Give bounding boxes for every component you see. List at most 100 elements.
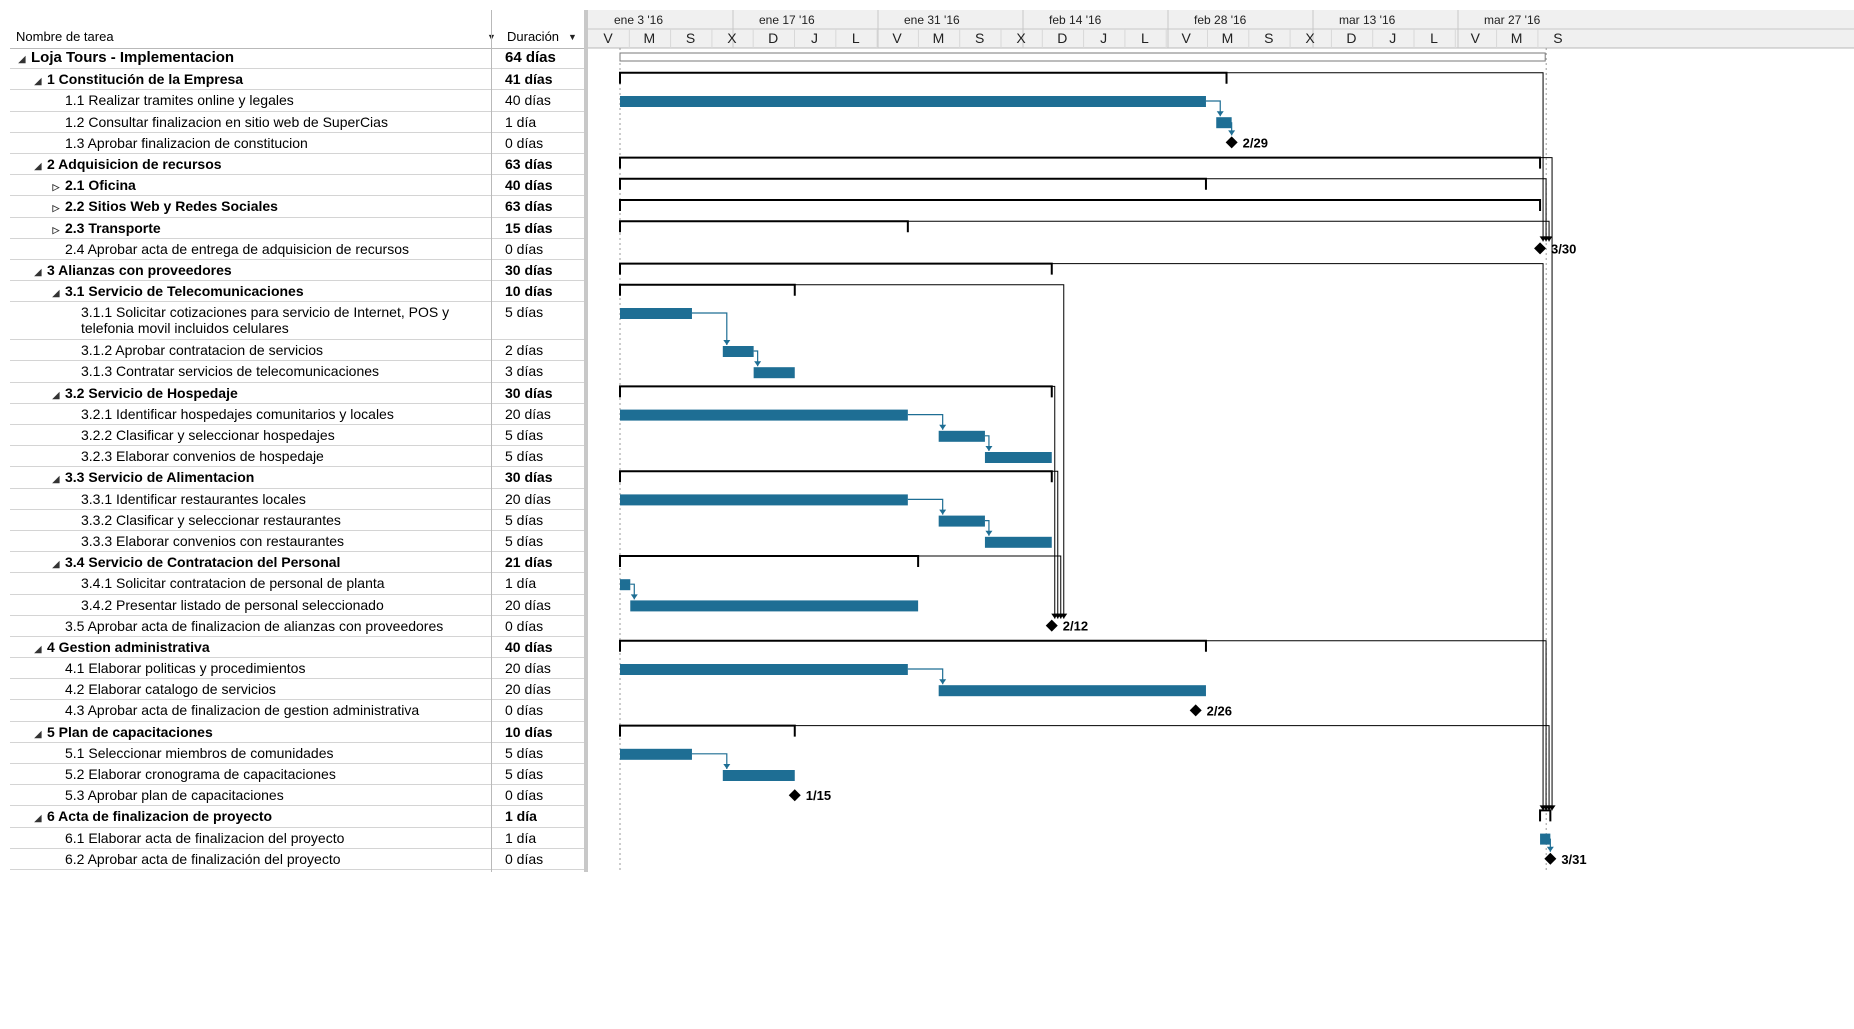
- duration-cell[interactable]: 2 días: [505, 340, 584, 358]
- duration-cell[interactable]: 5 días: [505, 764, 584, 782]
- table-row[interactable]: 3.3.1 Identificar restaurantes locales 20…: [10, 489, 584, 510]
- collapse-toggle-icon[interactable]: ◢: [50, 285, 62, 301]
- expand-toggle-icon[interactable]: ▷: [50, 222, 62, 238]
- table-row[interactable]: ◢ 1 Constitución de la Empresa 41 días: [10, 69, 584, 91]
- table-row[interactable]: ◢ 6 Acta de finalizacion de proyecto 1 día: [10, 806, 584, 828]
- task-name-cell[interactable]: 1.2 Consultar finalizacion en sitio web …: [10, 112, 500, 130]
- task-name-cell[interactable]: 3.1.3 Contratar servicios de telecomunic…: [10, 361, 500, 379]
- collapse-toggle-icon[interactable]: ◢: [16, 51, 28, 67]
- table-row[interactable]: ▷ 2.3 Transporte 15 días: [10, 218, 584, 239]
- duration-cell[interactable]: 0 días: [505, 785, 584, 803]
- task-name-cell[interactable]: 3.1.2 Aprobar contratacion de servicios: [10, 340, 500, 358]
- duration-cell[interactable]: 0 días: [505, 700, 584, 718]
- collapse-toggle-icon[interactable]: ◢: [50, 556, 62, 572]
- table-row[interactable]: 3.3.2 Clasificar y seleccionar restauran…: [10, 510, 584, 531]
- collapse-toggle-icon[interactable]: ◢: [32, 264, 44, 280]
- duration-cell[interactable]: 5 días: [505, 531, 584, 549]
- table-row[interactable]: 4.3 Aprobar acta de finalizacion de gest…: [10, 700, 584, 722]
- task-name-cell[interactable]: ◢ 3.2 Servicio de Hospedaje: [10, 383, 500, 403]
- duration-cell[interactable]: 63 días: [505, 154, 584, 172]
- collapse-toggle-icon[interactable]: ◢: [32, 726, 44, 742]
- table-row[interactable]: 1.1 Realizar tramites online y legales 40…: [10, 90, 584, 112]
- task-name-cell[interactable]: 3.3.2 Clasificar y seleccionar restauran…: [10, 510, 500, 528]
- collapse-toggle-icon[interactable]: ◢: [32, 641, 44, 657]
- table-row[interactable]: ◢ 3.4 Servicio de Contratacion del Person…: [10, 552, 584, 574]
- task-name-cell[interactable]: 3.2.2 Clasificar y seleccionar hospedaje…: [10, 425, 500, 443]
- table-row[interactable]: 3.2.3 Elaborar convenios de hospedaje 5 d…: [10, 446, 584, 468]
- duration-cell[interactable]: 20 días: [505, 658, 584, 676]
- duration-cell[interactable]: 21 días: [505, 552, 584, 570]
- table-row[interactable]: 6.2 Aprobar acta de finalización del pro…: [10, 849, 584, 870]
- task-name-cell[interactable]: ◢ 3 Alianzas con proveedores: [10, 260, 500, 280]
- duration-column-header[interactable]: Duración ▼: [502, 10, 584, 48]
- task-name-cell[interactable]: 4.1 Elaborar politicas y procedimientos: [10, 658, 500, 676]
- table-row[interactable]: 4.1 Elaborar politicas y procedimientos 2…: [10, 658, 584, 680]
- table-row[interactable]: 3.3.3 Elaborar convenios con restaurante…: [10, 531, 584, 553]
- task-name-cell[interactable]: 5.2 Elaborar cronograma de capacitacione…: [10, 764, 500, 782]
- duration-cell[interactable]: 20 días: [505, 679, 584, 697]
- table-row[interactable]: 5.1 Seleccionar miembros de comunidades 5…: [10, 743, 584, 764]
- task-name-cell[interactable]: ▷ 2.2 Sitios Web y Redes Sociales: [10, 196, 500, 216]
- table-row[interactable]: 3.4.2 Presentar listado de personal sele…: [10, 595, 584, 616]
- duration-cell[interactable]: 64 días: [505, 48, 584, 66]
- duration-cell[interactable]: 20 días: [505, 404, 584, 422]
- task-name-column-header[interactable]: Nombre de tarea ▼: [10, 10, 501, 48]
- duration-cell[interactable]: 5 días: [505, 510, 584, 528]
- table-row[interactable]: ◢ 3.2 Servicio de Hospedaje 30 días: [10, 383, 584, 404]
- table-row[interactable]: 3.1.2 Aprobar contratacion de servicios 2…: [10, 340, 584, 362]
- table-row[interactable]: 3.2.1 Identificar hospedajes comunitario…: [10, 404, 584, 425]
- collapse-toggle-icon[interactable]: ◢: [50, 471, 62, 487]
- task-name-cell[interactable]: ◢ 1 Constitución de la Empresa: [10, 69, 500, 89]
- task-name-cell[interactable]: ◢ 3.4 Servicio de Contratacion del Person…: [10, 552, 500, 572]
- duration-cell[interactable]: 5 días: [505, 743, 584, 761]
- table-row[interactable]: 3.1.3 Contratar servicios de telecomunic…: [10, 361, 584, 383]
- task-name-cell[interactable]: ◢ 4 Gestion administrativa: [10, 637, 500, 657]
- table-row[interactable]: 3.1.1 Solicitar cotizaciones para servic…: [10, 302, 584, 341]
- table-row[interactable]: 1.3 Aprobar finalizacion de constitucion…: [10, 133, 584, 154]
- duration-cell[interactable]: 0 días: [505, 849, 584, 867]
- task-name-cell[interactable]: 4.3 Aprobar acta de finalizacion de gest…: [10, 700, 500, 718]
- task-name-cell[interactable]: 3.5 Aprobar acta de finalizacion de alia…: [10, 616, 500, 634]
- duration-cell[interactable]: 20 días: [505, 489, 584, 507]
- task-name-cell[interactable]: 2.4 Aprobar acta de entrega de adquisici…: [10, 239, 500, 257]
- duration-cell[interactable]: 0 días: [505, 616, 584, 634]
- duration-cell[interactable]: 5 días: [505, 302, 584, 320]
- table-row[interactable]: 5.3 Aprobar plan de capacitaciones 0 días: [10, 785, 584, 807]
- duration-cell[interactable]: 40 días: [505, 637, 584, 655]
- duration-cell[interactable]: 0 días: [505, 239, 584, 257]
- collapse-toggle-icon[interactable]: ◢: [32, 158, 44, 174]
- duration-cell[interactable]: 20 días: [505, 595, 584, 613]
- task-name-cell[interactable]: ◢ 2 Adquisicion de recursos: [10, 154, 500, 174]
- duration-cell[interactable]: 30 días: [505, 467, 584, 485]
- table-row[interactable]: 6.1 Elaborar acta de finalizacion del pr…: [10, 828, 584, 849]
- collapse-toggle-icon[interactable]: ◢: [50, 387, 62, 403]
- task-name-cell[interactable]: ◢ Loja Tours - Implementacion: [10, 48, 500, 67]
- table-row[interactable]: 1.2 Consultar finalizacion en sitio web …: [10, 112, 584, 133]
- table-row[interactable]: 3.2.2 Clasificar y seleccionar hospedaje…: [10, 425, 584, 447]
- duration-cell[interactable]: 63 días: [505, 196, 584, 214]
- table-row[interactable]: 3.4.1 Solicitar contratacion de personal…: [10, 573, 584, 595]
- task-name-cell[interactable]: 1.3 Aprobar finalizacion de constitucion: [10, 133, 500, 151]
- table-row[interactable]: 2.4 Aprobar acta de entrega de adquisici…: [10, 239, 584, 260]
- task-name-cell[interactable]: ▷ 2.1 Oficina: [10, 175, 500, 195]
- task-name-cell[interactable]: 3.4.2 Presentar listado de personal sele…: [10, 595, 500, 613]
- task-name-cell[interactable]: 3.2.1 Identificar hospedajes comunitario…: [10, 404, 500, 422]
- task-name-cell[interactable]: ▷ 2.3 Transporte: [10, 218, 500, 238]
- duration-cell[interactable]: 3 días: [505, 361, 584, 379]
- task-name-cell[interactable]: 5.1 Seleccionar miembros de comunidades: [10, 743, 500, 761]
- duration-cell[interactable]: 40 días: [505, 90, 584, 108]
- task-name-cell[interactable]: 6.2 Aprobar acta de finalización del pro…: [10, 849, 500, 867]
- table-row[interactable]: ◢ 3 Alianzas con proveedores 30 días: [10, 260, 584, 282]
- task-name-cell[interactable]: ◢ 5 Plan de capacitaciones: [10, 722, 500, 742]
- duration-cell[interactable]: 15 días: [505, 218, 584, 236]
- duration-cell[interactable]: 1 día: [505, 573, 584, 591]
- table-row[interactable]: 5.2 Elaborar cronograma de capacitacione…: [10, 764, 584, 786]
- duration-cell[interactable]: 0 días: [505, 133, 584, 151]
- table-row[interactable]: ◢ 3.3 Servicio de Alimentacion 30 días: [10, 467, 584, 489]
- expand-toggle-icon[interactable]: ▷: [50, 179, 62, 195]
- task-name-cell[interactable]: 3.4.1 Solicitar contratacion de personal…: [10, 573, 500, 591]
- table-row[interactable]: ◢ 4 Gestion administrativa 40 días: [10, 637, 584, 659]
- table-row[interactable]: 3.5 Aprobar acta de finalizacion de alia…: [10, 616, 584, 637]
- task-name-cell[interactable]: 1.1 Realizar tramites online y legales: [10, 90, 500, 108]
- task-name-cell[interactable]: 6.1 Elaborar acta de finalizacion del pr…: [10, 828, 500, 846]
